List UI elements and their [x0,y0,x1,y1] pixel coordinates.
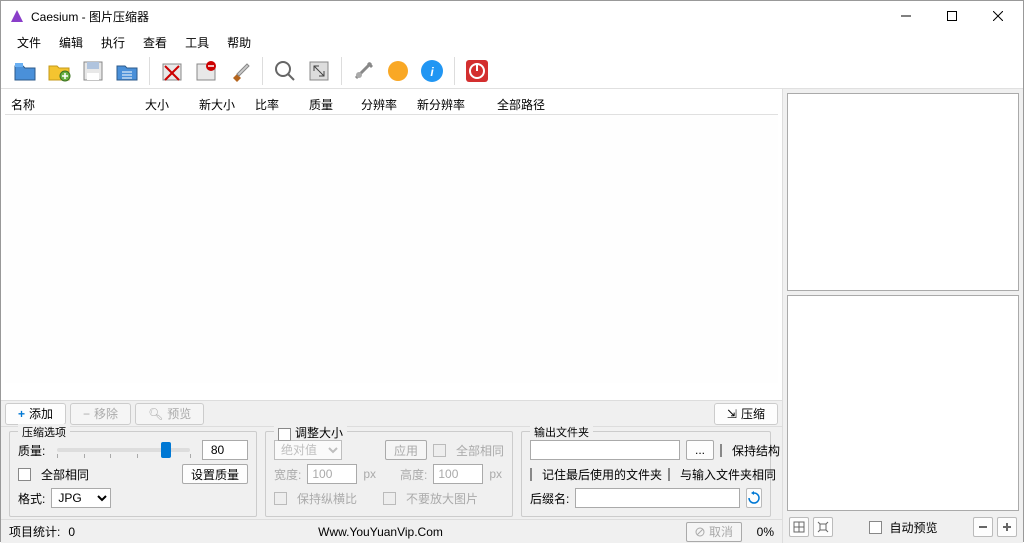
zoom-fit-button[interactable] [789,517,809,537]
open-list-icon[interactable] [111,55,143,87]
menu-file[interactable]: 文件 [9,32,49,53]
height-input [433,464,483,484]
quality-slider[interactable] [57,448,190,452]
cancel-button: 取消 [686,522,742,542]
compress-icon[interactable] [303,55,335,87]
col-fullpath[interactable]: 全部路径 [491,93,778,114]
resize-group: 调整大小 绝对值 应用 全部相同 宽度: px 高度: px [265,431,513,517]
suffix-input[interactable] [575,488,740,508]
set-quality-button[interactable]: 设置质量 [182,464,248,484]
preview-button[interactable]: 🔍︎ 预览 [135,403,204,425]
format-label: 格式: [18,490,45,507]
exit-icon[interactable] [461,55,493,87]
save-list-icon[interactable] [77,55,109,87]
suffix-reset-button[interactable] [746,488,762,508]
same-as-input-checkbox[interactable] [668,468,670,481]
progress-percent: 0% [750,525,774,539]
output-path-input[interactable] [530,440,680,460]
resize-enable-checkbox[interactable] [278,428,291,441]
remember-folder-checkbox[interactable] [530,468,532,481]
resize-mode-select: 绝对值 [274,440,342,460]
zoom-in-button[interactable] [997,517,1017,537]
clear-list-icon[interactable] [190,55,222,87]
menu-tools[interactable]: 工具 [177,32,217,53]
auto-preview-checkbox[interactable] [869,521,882,534]
zoom-actual-button[interactable] [813,517,833,537]
zoom-out-button[interactable] [973,517,993,537]
keep-structure-checkbox[interactable] [720,444,722,457]
quality-label: 质量: [18,442,45,459]
col-ratio[interactable]: 比率 [249,93,303,114]
open-folder-icon[interactable] [43,55,75,87]
remove-button[interactable]: − 移除 [70,403,131,425]
preview-icon[interactable] [269,55,301,87]
menu-view[interactable]: 查看 [135,32,175,53]
col-newsize[interactable]: 新大小 [193,93,249,114]
compression-group: 压缩选项 质量: 全部相同 设置质量 格式: [9,431,257,517]
update-icon[interactable] [382,55,414,87]
add-button[interactable]: + 添加 [5,403,66,425]
no-enlarge-checkbox [383,492,396,505]
col-size[interactable]: 大小 [139,93,193,114]
resize-apply-button: 应用 [385,440,427,460]
minimize-button[interactable] [883,1,929,31]
menu-help[interactable]: 帮助 [219,32,259,53]
settings-icon[interactable] [348,55,380,87]
file-list[interactable] [5,115,778,383]
col-resolution[interactable]: 分辨率 [355,93,411,114]
menu-edit[interactable]: 编辑 [51,32,91,53]
quality-same-all-checkbox[interactable] [18,468,31,481]
col-name[interactable]: 名称 [5,93,139,114]
keep-ratio-checkbox [274,492,287,505]
format-select[interactable]: JPG [51,488,111,508]
compress-button[interactable]: ⇲ 压缩 [714,403,778,425]
browse-button[interactable]: ... [686,440,714,460]
close-button[interactable] [975,1,1021,31]
remove-item-icon[interactable] [156,55,188,87]
menu-execute[interactable]: 执行 [93,32,133,53]
preview-original [787,93,1019,291]
brush-icon[interactable] [224,55,256,87]
site-link[interactable]: Www.YouYuanVip.Com [318,525,443,539]
col-quality[interactable]: 质量 [303,93,355,114]
item-count-value: 0 [68,525,75,539]
compress-action-icon: ⇲ [727,407,737,421]
output-group: 输出文件夹 ... 保持结构 记住最后使用的文件夹 与输入文件夹相同 后缀名: [521,431,771,517]
open-file-icon[interactable] [9,55,41,87]
resize-same-all-checkbox [433,444,446,457]
minus-icon: − [83,407,90,421]
col-newres[interactable]: 新分辨率 [411,93,491,114]
app-icon [9,8,25,24]
width-input [307,464,357,484]
magnifier-icon: 🔍︎ [148,407,163,421]
maximize-button[interactable] [929,1,975,31]
preview-compressed [787,295,1019,511]
about-icon[interactable]: i [416,55,448,87]
window-title: Caesium - 图片压缩器 [31,8,883,25]
quality-input[interactable] [202,440,248,460]
table-header: 名称 大小 新大小 比率 质量 分辨率 新分辨率 全部路径 [5,93,778,115]
item-count-label: 项目统计: [9,523,60,540]
plus-icon: + [18,407,25,421]
